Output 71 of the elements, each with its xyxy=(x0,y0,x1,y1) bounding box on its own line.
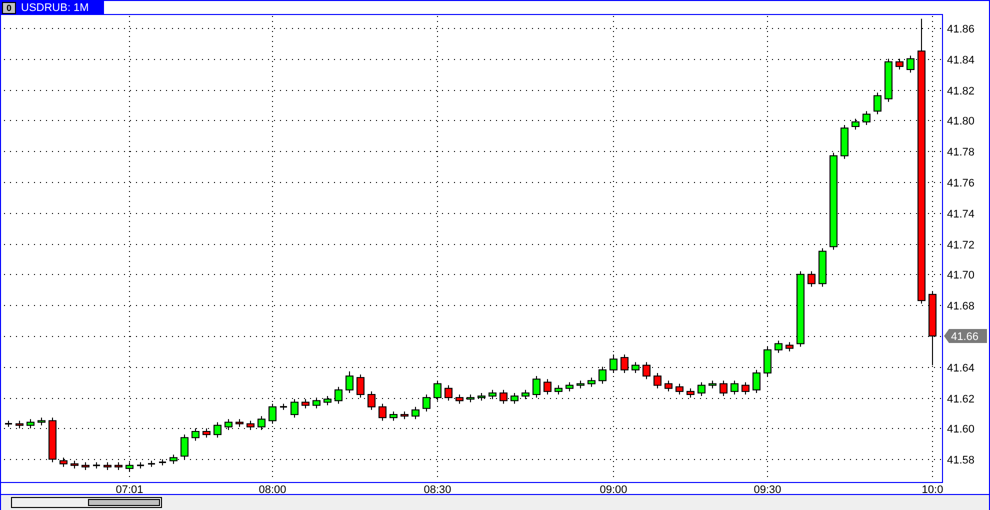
window-title: USDRUB: 1M xyxy=(21,2,89,14)
x-axis-label: 10:0 xyxy=(922,484,944,494)
y-axis-label: 41.74 xyxy=(947,208,975,220)
candle xyxy=(610,354,618,374)
candle xyxy=(742,382,750,396)
y-axis-label: 41.58 xyxy=(947,454,975,466)
candle xyxy=(268,403,276,424)
candle xyxy=(664,380,672,392)
y-axis-label: 41.84 xyxy=(947,54,975,66)
candle xyxy=(808,270,816,288)
y-axis-label: 41.60 xyxy=(947,424,975,436)
window-icon[interactable]: 0 xyxy=(2,2,16,14)
y-axis-label: 41.78 xyxy=(947,146,975,158)
candle xyxy=(148,460,155,468)
candle xyxy=(730,380,738,396)
candle xyxy=(312,397,320,409)
candle xyxy=(214,422,222,438)
candle xyxy=(302,398,310,409)
candle xyxy=(698,382,706,397)
scrollbar[interactable] xyxy=(1,494,989,510)
x-axis-label: 09:30 xyxy=(754,484,782,494)
scrollbar-thumb[interactable] xyxy=(88,499,160,506)
y-axis-label: 41.68 xyxy=(947,300,975,312)
candle xyxy=(566,382,574,392)
candle xyxy=(280,403,287,410)
candle xyxy=(444,384,452,402)
candle xyxy=(752,369,760,394)
candle xyxy=(290,398,298,418)
candle xyxy=(236,418,244,428)
last-price-tag: 41.66 xyxy=(944,328,987,343)
candle xyxy=(246,420,254,430)
candle xyxy=(5,420,12,428)
candle xyxy=(82,462,90,470)
candle xyxy=(532,376,540,398)
candle xyxy=(356,374,364,398)
candle xyxy=(390,410,398,422)
candle xyxy=(378,403,386,422)
candle xyxy=(786,342,794,352)
candle xyxy=(93,462,100,469)
candle xyxy=(554,384,562,396)
candle xyxy=(114,462,122,470)
y-axis-label: 41.62 xyxy=(947,394,975,406)
y-axis-label: 41.80 xyxy=(947,116,975,128)
x-axis-label: 08:00 xyxy=(258,484,286,494)
y-axis-label: 41.64 xyxy=(947,362,975,374)
y-axis-label: 41.86 xyxy=(947,24,975,36)
x-axis-label: 09:00 xyxy=(600,484,628,494)
candle xyxy=(400,410,408,420)
candle xyxy=(412,406,420,420)
candle xyxy=(137,462,144,469)
x-axis-label: 07:01 xyxy=(116,484,144,494)
y-axis-label: 41.70 xyxy=(947,270,975,282)
y-axis-label: 41.76 xyxy=(947,178,975,190)
y-axis-label: 41.72 xyxy=(947,240,975,252)
y-axis-label: 41.82 xyxy=(947,86,975,98)
candle xyxy=(588,377,596,388)
candle xyxy=(544,378,552,396)
candle xyxy=(874,92,882,115)
scrollbar-track[interactable] xyxy=(11,497,162,508)
candle xyxy=(16,420,24,429)
candle xyxy=(346,370,354,394)
candle xyxy=(38,417,46,426)
candle xyxy=(70,460,78,469)
candle xyxy=(676,383,684,396)
candle xyxy=(720,380,728,397)
candle xyxy=(654,372,662,389)
candle xyxy=(576,380,584,389)
candle xyxy=(774,340,782,354)
candle xyxy=(686,388,694,398)
x-axis-label: 08:30 xyxy=(424,484,452,494)
candle xyxy=(708,380,716,389)
